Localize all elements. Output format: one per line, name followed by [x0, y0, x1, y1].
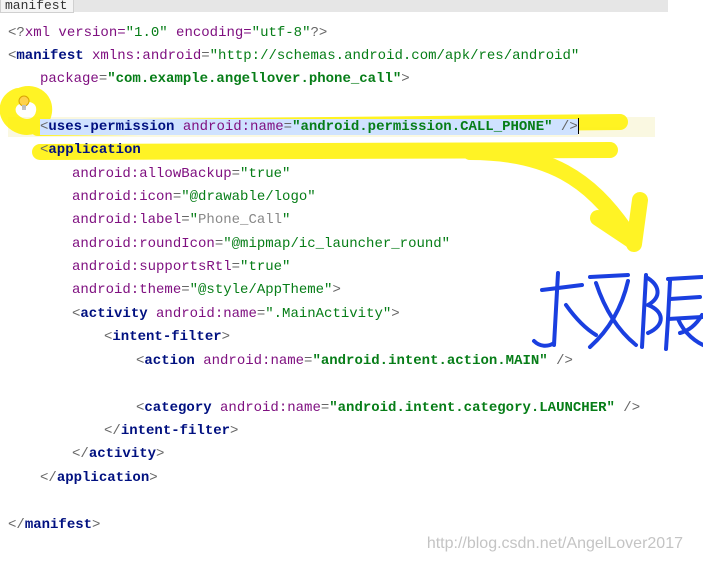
attr-roundicon: android:roundIcon="@mipmap/ic_launcher_r…: [72, 233, 450, 256]
uses-permission-line: <uses-permission android:name="android.p…: [40, 116, 579, 139]
text-caret: [578, 118, 579, 134]
attr-theme: android:theme="@style/AppTheme">: [72, 279, 341, 302]
intent-filter-open: <intent-filter>: [104, 326, 230, 349]
activity-open-tag: <activity android:name=".MainActivity">: [72, 303, 400, 326]
attr-allowbackup: android:allowBackup="true": [72, 163, 290, 186]
attr-icon: android:icon="@drawable/logo": [72, 186, 316, 209]
manifest-close: </manifest>: [8, 514, 100, 537]
tab-label: manifest: [5, 0, 67, 13]
manifest-package-attr: package="com.example.angellover.phone_ca…: [40, 68, 410, 91]
tab-bar: [0, 0, 668, 12]
attr-label: android:label="Phone_Call": [72, 209, 290, 232]
xml-declaration: <?xml version="1.0" encoding="utf-8"?>: [8, 22, 327, 45]
tab-manifest[interactable]: manifest: [0, 0, 74, 13]
watermark: http://blog.csdn.net/AngelLover2017: [427, 535, 683, 553]
attr-supportsrtl: android:supportsRtl="true": [72, 256, 290, 279]
action-main: <action android:name="android.intent.act…: [136, 350, 573, 373]
application-close: </application>: [40, 467, 158, 490]
intention-bulb-icon[interactable]: [15, 94, 35, 114]
manifest-open-tag: <manifest xmlns:android="http://schemas.…: [8, 45, 579, 68]
activity-close: </activity>: [72, 443, 164, 466]
intent-filter-close: </intent-filter>: [104, 420, 238, 443]
category-launcher: <category android:name="android.intent.c…: [136, 397, 640, 420]
application-open-tag: <application: [40, 139, 141, 162]
